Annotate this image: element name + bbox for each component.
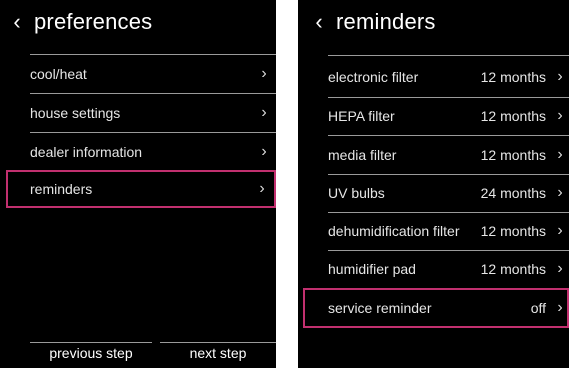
chevron-right-icon: › (261, 104, 267, 121)
reminder-label: UV bulbs (328, 185, 385, 201)
previous-step-button[interactable]: previous step (30, 342, 152, 364)
reminder-value: 12 months (480, 108, 546, 124)
chevron-left-icon[interactable]: ‹ (6, 11, 28, 33)
reminder-media-filter[interactable]: media filter 12 months › (328, 136, 566, 174)
reminder-service-reminder[interactable]: service reminder off › (303, 288, 569, 328)
reminder-value: off (530, 300, 546, 316)
reminder-hepa-filter[interactable]: HEPA filter 12 months › (328, 97, 566, 135)
preferences-screen: ‹ preferences cool/heat › house settings… (0, 0, 276, 368)
menu-item-reminders[interactable]: reminders › (6, 170, 276, 208)
reminder-value: 12 months (480, 223, 546, 239)
reminder-value: 24 months (480, 185, 546, 201)
chevron-right-icon: › (557, 222, 563, 239)
chevron-right-icon: › (557, 146, 563, 163)
reminder-label: electronic filter (328, 69, 419, 85)
reminder-value: 12 months (480, 261, 546, 277)
menu-item-label: reminders (30, 181, 93, 197)
reminder-electronic-filter[interactable]: electronic filter 12 months › (328, 58, 566, 96)
reminders-header: ‹ reminders (298, 0, 436, 44)
chevron-left-icon[interactable]: ‹ (308, 11, 330, 33)
divider (328, 55, 569, 56)
reminder-label: dehumidification filter (328, 223, 460, 239)
chevron-right-icon: › (557, 184, 563, 201)
reminder-label: HEPA filter (328, 108, 395, 124)
menu-item-label: dealer information (30, 144, 143, 160)
reminder-label: media filter (328, 147, 397, 163)
reminder-uv-bulbs[interactable]: UV bulbs 24 months › (328, 174, 566, 212)
menu-item-label: cool/heat (30, 66, 87, 82)
reminder-dehumidification-filter[interactable]: dehumidification filter 12 months › (328, 212, 566, 250)
chevron-right-icon: › (557, 299, 563, 316)
reminder-humidifier-pad[interactable]: humidifier pad 12 months › (328, 250, 566, 288)
next-step-button[interactable]: next step (160, 342, 276, 364)
reminder-label: humidifier pad (328, 261, 416, 277)
reminder-value: 12 months (480, 69, 546, 85)
menu-item-house-settings[interactable]: house settings › (30, 94, 270, 132)
menu-item-label: house settings (30, 105, 121, 121)
page-title: reminders (336, 9, 436, 34)
chevron-right-icon: › (557, 107, 563, 124)
menu-item-cool-heat[interactable]: cool/heat › (30, 55, 270, 93)
chevron-right-icon: › (557, 260, 563, 277)
chevron-right-icon: › (557, 68, 563, 85)
preferences-header: ‹ preferences (0, 0, 152, 44)
chevron-right-icon: › (261, 143, 267, 160)
reminders-screen: ‹ reminders electronic filter 12 months … (298, 0, 569, 368)
reminder-label: service reminder (328, 300, 432, 316)
reminder-value: 12 months (480, 147, 546, 163)
page-title: preferences (34, 9, 153, 34)
menu-item-dealer-information[interactable]: dealer information › (30, 133, 270, 171)
chevron-right-icon: › (261, 65, 267, 82)
chevron-right-icon: › (259, 180, 265, 197)
